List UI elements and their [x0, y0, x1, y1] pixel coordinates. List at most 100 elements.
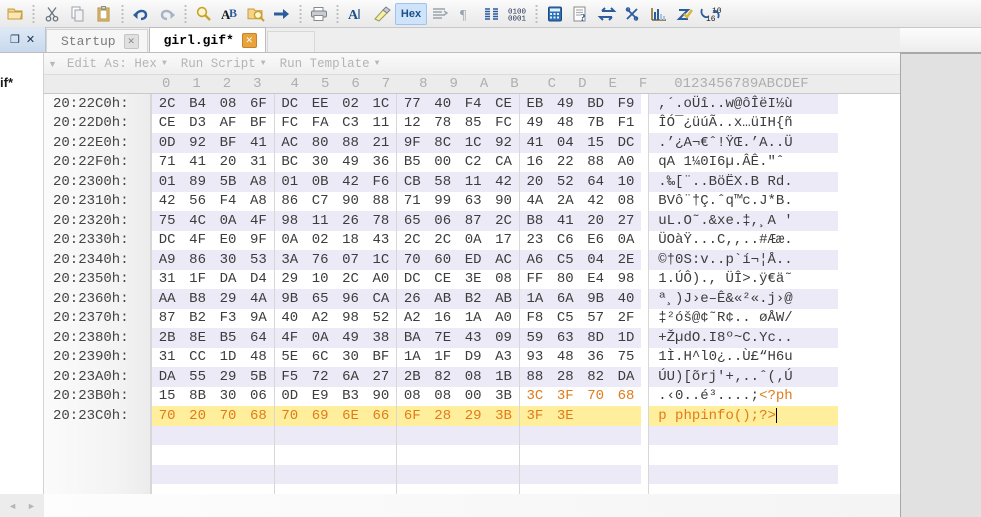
hex-byte-group[interactable]: 86 C7 90 88: [273, 191, 397, 211]
hex-byte[interactable]: 0D: [275, 388, 305, 404]
hex-byte[interactable]: 01: [152, 174, 182, 190]
hex-byte-group[interactable]: 71 41 20 31: [151, 152, 274, 172]
hex-byte[interactable]: 70: [275, 408, 305, 424]
hex-byte[interactable]: 3A: [275, 252, 305, 268]
hex-byte-group[interactable]: A2 16 1A A0: [396, 308, 519, 328]
inspector-icon[interactable]: ?: [568, 2, 594, 26]
hex-byte[interactable]: 3F: [550, 388, 580, 404]
hex-byte-group[interactable]: 41 04 15 DC: [518, 133, 642, 153]
hex-byte[interactable]: 20: [182, 408, 212, 424]
hex-byte[interactable]: 30: [305, 154, 335, 170]
hex-byte[interactable]: 76: [305, 252, 335, 268]
hex-byte[interactable]: A3: [488, 349, 518, 365]
hex-byte[interactable]: 01: [275, 174, 305, 190]
hex-byte[interactable]: F8: [520, 310, 550, 326]
hex-byte[interactable]: 22: [550, 154, 580, 170]
hex-row[interactable]: 20:23B0h: 15 8B 30 06 0D E9 B3 90 08 08 00 3B 3C 3F 70 6…: [44, 386, 900, 406]
hex-byte[interactable]: 21: [366, 135, 396, 151]
hex-byte[interactable]: 2E: [611, 252, 641, 268]
cut-icon[interactable]: [39, 2, 65, 26]
hex-byte[interactable]: BF: [366, 349, 396, 365]
hex-byte[interactable]: 4A: [243, 291, 273, 307]
hex-byte[interactable]: 49: [550, 96, 580, 112]
binary-icon[interactable]: 0100 0001: [505, 2, 531, 26]
copy-icon[interactable]: [65, 2, 91, 26]
hex-byte[interactable]: 04: [580, 252, 610, 268]
hex-byte[interactable]: 02: [305, 232, 335, 248]
hex-byte-group[interactable]: 2C B4 08 6F: [151, 94, 274, 114]
hex-row[interactable]: 20:2360h: AA B8 29 4A 9B 65 96 CA 26 AB B2 AB 1A 6A 9B 4…: [44, 289, 900, 309]
hex-byte-group[interactable]: 71 99 63 90: [396, 191, 519, 211]
hex-byte-group[interactable]: 4F 0A 49 38: [273, 328, 397, 348]
hex-byte[interactable]: 86: [275, 193, 305, 209]
hex-byte-columns[interactable]: CE D3 AF BF FC FA C3 11 12 78 85 FC 49 48 7B F1: [151, 113, 641, 133]
hex-byte-columns[interactable]: AA B8 29 4A 9B 65 96 CA 26 AB B2 AB 1A 6A 9B 40: [151, 289, 642, 309]
hex-byte[interactable]: 0A: [275, 232, 305, 248]
hex-byte[interactable]: 29: [213, 369, 243, 385]
hex-byte[interactable]: 20: [580, 213, 610, 229]
hex-byte[interactable]: 80: [550, 271, 580, 287]
hex-byte[interactable]: 0A: [305, 330, 335, 346]
hex-byte[interactable]: DA: [611, 369, 641, 385]
hex-byte-group[interactable]: 15 8B 30 06: [151, 386, 274, 406]
ascii-column[interactable]: .‰[¨..BöËX.B Rd.: [648, 172, 839, 192]
hex-byte[interactable]: 16: [428, 310, 458, 326]
hex-byte[interactable]: 06: [428, 213, 458, 229]
hex-byte[interactable]: 55: [182, 369, 212, 385]
hex-byte-group[interactable]: 01 0B 42 F6: [273, 172, 397, 192]
hex-byte[interactable]: CE: [152, 115, 182, 131]
hex-byte[interactable]: DA: [152, 369, 182, 385]
hex-byte[interactable]: 70: [213, 408, 243, 424]
hex-byte-group[interactable]: DC EE 02 1C: [273, 94, 397, 114]
hex-byte[interactable]: 26: [335, 213, 365, 229]
hex-byte[interactable]: 1C: [366, 96, 396, 112]
hex-byte-group[interactable]: 40 A2 98 52: [273, 308, 397, 328]
hex-byte[interactable]: 96: [335, 291, 365, 307]
redo-icon[interactable]: [154, 2, 180, 26]
hex-byte[interactable]: 31: [152, 271, 182, 287]
hex-byte[interactable]: 36: [366, 154, 396, 170]
hex-byte[interactable]: 98: [335, 310, 365, 326]
hex-byte[interactable]: A2: [397, 310, 427, 326]
hex-byte[interactable]: 7B: [580, 115, 610, 131]
hex-byte[interactable]: 5B: [243, 369, 273, 385]
hex-byte-group[interactable]: 08 08 00 3B: [396, 386, 519, 406]
edit-as-dropdown[interactable]: Edit As: Hex ▼: [67, 57, 167, 71]
hex-byte[interactable]: A2: [305, 310, 335, 326]
hex-byte-group[interactable]: 88 28 82 DA: [518, 367, 642, 387]
hex-byte-group[interactable]: 12 78 85 FC: [396, 113, 519, 133]
hex-byte[interactable]: 00: [458, 388, 488, 404]
hex-byte[interactable]: 9B: [275, 291, 305, 307]
hex-byte[interactable]: 99: [428, 193, 458, 209]
ascii-column[interactable]: ‡²óš@¢˜R¢.. øÅW/: [648, 308, 838, 328]
hex-byte-group[interactable]: A9 86 30 53: [151, 250, 274, 270]
hex-byte[interactable]: 43: [458, 330, 488, 346]
hex-row[interactable]: 20:2330h: DC 4F E0 9F 0A 02 18 43 2C 2C 0A 17 23 C6 E6 0…: [44, 230, 900, 250]
hex-byte[interactable]: 42: [335, 174, 365, 190]
hex-byte[interactable]: 06: [243, 388, 273, 404]
hex-byte[interactable]: 12: [397, 115, 427, 131]
hex-byte-columns[interactable]: 15 8B 30 06 0D E9 B3 90 08 08 00 3B 3C 3F 70 68: [151, 386, 641, 406]
hex-byte[interactable]: [611, 408, 641, 424]
hex-byte-group[interactable]: 6F 28 29 3B: [396, 406, 519, 426]
hex-byte[interactable]: 56: [182, 193, 212, 209]
hex-byte[interactable]: 02: [335, 96, 365, 112]
hex-byte-group[interactable]: 2B 82 08 1B: [396, 367, 519, 387]
hex-byte[interactable]: 31: [152, 349, 182, 365]
hex-byte-group[interactable]: 1A 1F D9 A3: [396, 347, 519, 367]
hex-byte[interactable]: 20: [520, 174, 550, 190]
hex-byte[interactable]: 85: [458, 115, 488, 131]
hex-byte-group[interactable]: 70 20 70 68: [151, 406, 274, 426]
hex-byte[interactable]: BF: [213, 135, 243, 151]
hex-byte-group[interactable]: 4A 2A 42 08: [518, 191, 642, 211]
hex-byte[interactable]: AA: [152, 291, 182, 307]
hex-byte-columns[interactable]: 2B 8E B5 64 4F 0A 49 38 BA 7E 43 09 59 63 8D 1D: [151, 328, 642, 348]
hex-byte[interactable]: 88: [366, 193, 396, 209]
hex-byte-group[interactable]: 0D 92 BF 41: [151, 133, 274, 153]
hex-byte[interactable]: 72: [305, 369, 335, 385]
scroll-right-icon[interactable]: ►: [27, 501, 36, 511]
hex-byte[interactable]: 1F: [182, 271, 212, 287]
hex-byte[interactable]: 40: [428, 96, 458, 112]
hex-byte[interactable]: 9F: [243, 232, 273, 248]
hex-byte[interactable]: 10: [611, 174, 641, 190]
